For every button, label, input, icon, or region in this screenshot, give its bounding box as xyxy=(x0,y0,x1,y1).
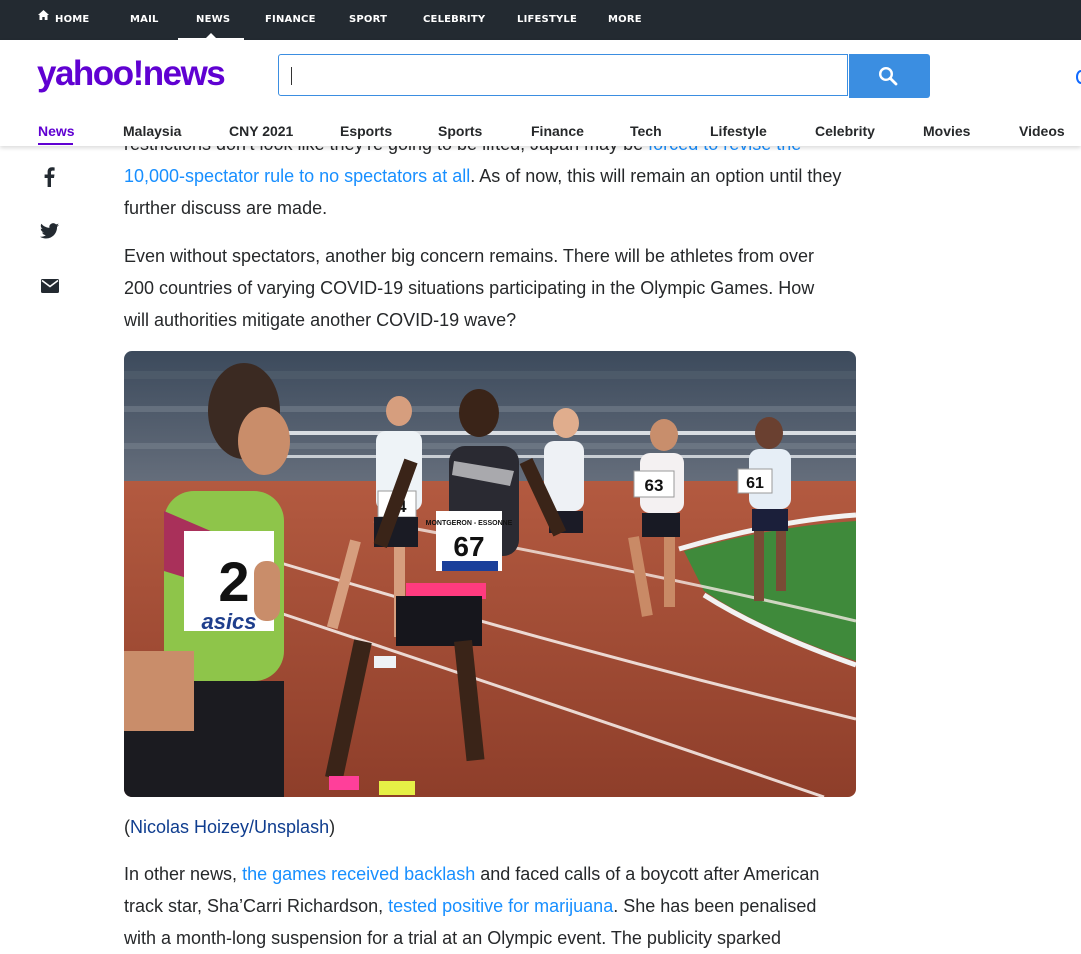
search-input[interactable] xyxy=(289,63,833,89)
bib-2: 2 xyxy=(218,550,249,613)
topnav-sport[interactable]: SPORT xyxy=(349,0,387,40)
article-text: In other news, xyxy=(124,864,243,884)
email-icon[interactable] xyxy=(41,278,59,297)
bib-67: 67 xyxy=(453,531,484,562)
home-icon xyxy=(38,0,49,38)
image-credit-link[interactable]: Nicolas Hoizey/Unsplash xyxy=(130,817,329,837)
search-icon xyxy=(878,66,898,86)
topnav-home-label: HOME xyxy=(55,14,90,25)
subnav-sports[interactable]: Sports xyxy=(438,121,482,141)
bib-header: MONTGERON - ESSONNE xyxy=(426,520,513,527)
article-photo: 61 63 64 xyxy=(124,351,856,797)
sponsor-logo: asics xyxy=(201,609,256,634)
search-box[interactable] xyxy=(278,54,848,96)
subnav-lifestyle[interactable]: Lifestyle xyxy=(710,121,767,141)
topnav-mail[interactable]: MAIL xyxy=(130,0,159,40)
topnav-active-caret xyxy=(205,33,217,39)
bib-63: 63 xyxy=(645,476,664,495)
subnav-movies[interactable]: Movies xyxy=(923,121,970,141)
subnav-videos[interactable]: Videos xyxy=(1019,121,1065,141)
article-paragraph: Even without spectators, another big con… xyxy=(124,246,815,330)
top-bar: HOME MAIL NEWS FINANCE SPORT CELEBRITY L… xyxy=(0,0,1081,41)
user-icon[interactable] xyxy=(1076,70,1081,84)
subnav-active-indicator xyxy=(38,143,73,145)
topnav-more[interactable]: MORE xyxy=(608,0,642,40)
subnav-cny-2021[interactable]: CNY 2021 xyxy=(229,121,293,141)
bib-61: 61 xyxy=(746,475,764,492)
topnav-lifestyle[interactable]: LIFESTYLE xyxy=(517,0,577,40)
runners-photo: 61 63 64 xyxy=(124,351,856,797)
topnav-home[interactable]: HOME xyxy=(38,0,89,40)
article-link-marijuana[interactable]: tested positive for marijuana xyxy=(388,896,613,916)
yahoo-news-logo[interactable]: yahoo!news xyxy=(37,54,226,94)
subnav-esports[interactable]: Esports xyxy=(340,121,392,141)
subnav-news[interactable]: News xyxy=(38,121,75,141)
site-header: yahoo!news News Malaysia CNY 2021 Esport… xyxy=(0,40,1081,146)
text-cursor xyxy=(291,67,292,85)
subnav-tech[interactable]: Tech xyxy=(630,121,662,141)
article-paragraph: In other news, the games received backla… xyxy=(124,858,844,954)
image-credit: (Nicolas Hoizey/Unsplash) xyxy=(124,811,844,843)
search-button[interactable] xyxy=(849,54,930,98)
credit-close: ) xyxy=(329,817,336,837)
topnav-celebrity[interactable]: CELEBRITY xyxy=(423,0,485,40)
article-link-backlash[interactable]: the games received backlash xyxy=(242,864,475,884)
topnav-finance[interactable]: FINANCE xyxy=(265,0,316,40)
twitter-icon[interactable] xyxy=(40,223,59,243)
facebook-icon[interactable] xyxy=(44,167,55,191)
subnav-malaysia[interactable]: Malaysia xyxy=(123,121,181,141)
subnav-finance[interactable]: Finance xyxy=(531,121,584,141)
subnav-celebrity[interactable]: Celebrity xyxy=(815,121,875,141)
